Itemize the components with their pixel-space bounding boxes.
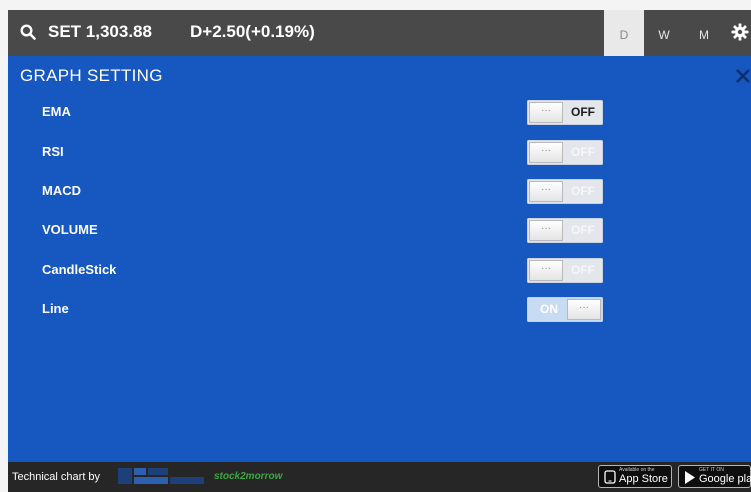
google-play-badge[interactable]: GET IT ON Google play <box>678 465 751 488</box>
app-store-text: App Store <box>619 473 668 485</box>
header-bar: SET 1,303.88 D+2.50(+0.19%) D W M <box>8 10 751 56</box>
toggle-state: OFF <box>571 184 595 198</box>
setting-label-ema: EMA <box>42 104 71 119</box>
toggle-macd[interactable]: ··· OFF <box>527 179 603 204</box>
gear-icon[interactable] <box>731 23 749 41</box>
toggle-state: OFF <box>571 105 595 119</box>
app-store-badge[interactable]: Available on the App Store <box>598 465 672 488</box>
footer-credit: Technical chart by <box>12 471 101 483</box>
toggle-knob: ··· <box>567 299 601 320</box>
toggle-knob: ··· <box>529 181 563 202</box>
google-play-text: Google play <box>699 473 751 485</box>
setting-label-candlestick: CandleStick <box>42 262 117 277</box>
toggle-state: OFF <box>571 263 595 277</box>
toggle-knob: ··· <box>529 142 563 163</box>
toggle-line[interactable]: ON ··· <box>527 297 603 322</box>
period-tab-week[interactable]: W <box>644 10 684 56</box>
index-change: D+2.50(+0.19%) <box>190 22 315 41</box>
period-tab-day[interactable]: D <box>604 10 644 56</box>
close-icon[interactable] <box>735 68 751 84</box>
google-play-icon <box>685 471 695 484</box>
toggle-state: OFF <box>571 145 595 159</box>
toggle-candlestick[interactable]: ··· OFF <box>527 258 603 283</box>
index-value: SET 1,303.88 <box>48 22 152 41</box>
panel-title: GRAPH SETTING <box>20 66 163 85</box>
setting-label-line: Line <box>42 301 69 316</box>
partner-logo-stock2morrow: stock2morrow <box>214 471 283 482</box>
toggle-knob: ··· <box>529 260 563 281</box>
apple-icon <box>604 470 616 484</box>
app-frame: SET 1,303.88 D+2.50(+0.19%) D W M GRAPH … <box>8 10 751 492</box>
setting-label-macd: MACD <box>42 183 81 198</box>
toggle-state: ON <box>540 302 558 316</box>
footer-bar: Technical chart by stock2morrow Availabl… <box>8 462 751 492</box>
search-icon[interactable] <box>20 24 36 40</box>
partner-logo <box>118 468 204 484</box>
period-tab-month[interactable]: M <box>684 10 724 56</box>
toggle-ema[interactable]: ··· OFF <box>527 100 603 125</box>
toggle-volume[interactable]: ··· OFF <box>527 218 603 243</box>
toggle-rsi[interactable]: ··· OFF <box>527 140 603 165</box>
toggle-knob: ··· <box>529 102 563 123</box>
setting-label-volume: VOLUME <box>42 222 98 237</box>
setting-label-rsi: RSI <box>42 144 64 159</box>
toggle-knob: ··· <box>529 220 563 241</box>
toggle-state: OFF <box>571 223 595 237</box>
